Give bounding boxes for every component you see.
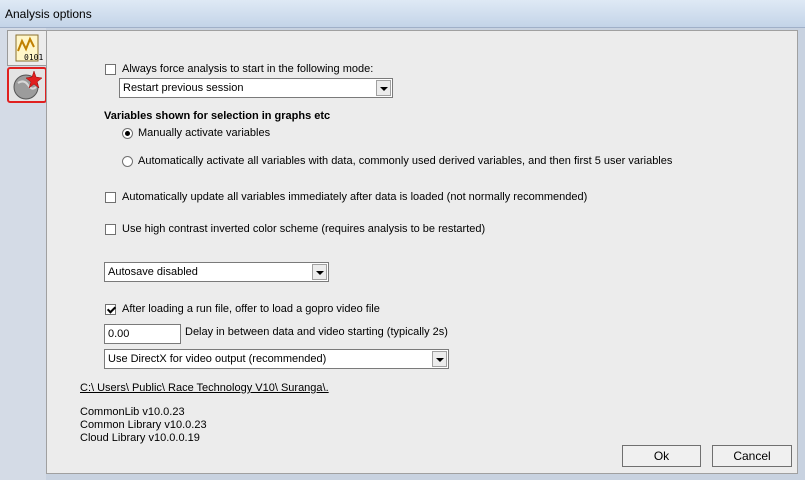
ok-button[interactable]: Ok <box>622 445 701 467</box>
chevron-down-icon[interactable] <box>376 80 391 96</box>
autosave-select[interactable]: Autosave disabled <box>104 262 329 282</box>
high-contrast-label: Use high contrast inverted color scheme … <box>122 223 486 235</box>
gopro-checkbox[interactable] <box>105 304 116 315</box>
auto-update-label: Automatically update all variables immed… <box>122 191 588 203</box>
video-output-value: Use DirectX for video output (recommende… <box>108 353 327 365</box>
delay-input[interactable] <box>104 324 181 344</box>
auto-update-checkbox[interactable] <box>105 192 116 203</box>
force-mode-label: Always force analysis to start in the fo… <box>122 63 374 75</box>
variables-heading: Variables shown for selection in graphs … <box>104 110 331 122</box>
radio-auto-label: Automatically activate all variables wit… <box>138 155 673 167</box>
version-line: Common Library v10.0.23 <box>80 419 207 431</box>
window-title: Analysis options <box>5 7 92 21</box>
autosave-value: Autosave disabled <box>108 266 198 278</box>
delay-field[interactable] <box>105 325 180 343</box>
tab-map-settings[interactable] <box>7 67 47 103</box>
version-line: Cloud Library v10.0.0.19 <box>80 432 200 444</box>
title-bar: Analysis options <box>0 0 805 28</box>
force-mode-checkbox[interactable] <box>105 64 116 75</box>
video-output-select[interactable]: Use DirectX for video output (recommende… <box>104 349 449 369</box>
force-mode-value: Restart previous session <box>123 82 244 94</box>
tab-analysis-options[interactable]: 0101 <box>7 30 47 66</box>
analysis-options-icon: 0101 <box>15 34 43 62</box>
radio-manual-activate[interactable] <box>122 128 133 139</box>
svg-text:0101: 0101 <box>24 53 43 62</box>
radio-manual-label: Manually activate variables <box>138 127 271 139</box>
delay-label: Delay in between data and video starting… <box>185 326 448 338</box>
chevron-down-icon[interactable] <box>432 351 447 367</box>
chevron-down-icon[interactable] <box>312 264 327 280</box>
gopro-label: After loading a run file, offer to load … <box>122 303 380 315</box>
force-mode-select[interactable]: Restart previous session <box>119 78 393 98</box>
globe-icon <box>13 70 43 100</box>
radio-auto-activate[interactable] <box>122 156 133 167</box>
data-folder-link[interactable]: C:\ Users\ Public\ Race Technology V10\ … <box>80 382 329 394</box>
cancel-button[interactable]: Cancel <box>712 445 792 467</box>
high-contrast-checkbox[interactable] <box>105 224 116 235</box>
version-line: CommonLib v10.0.23 <box>80 406 185 418</box>
